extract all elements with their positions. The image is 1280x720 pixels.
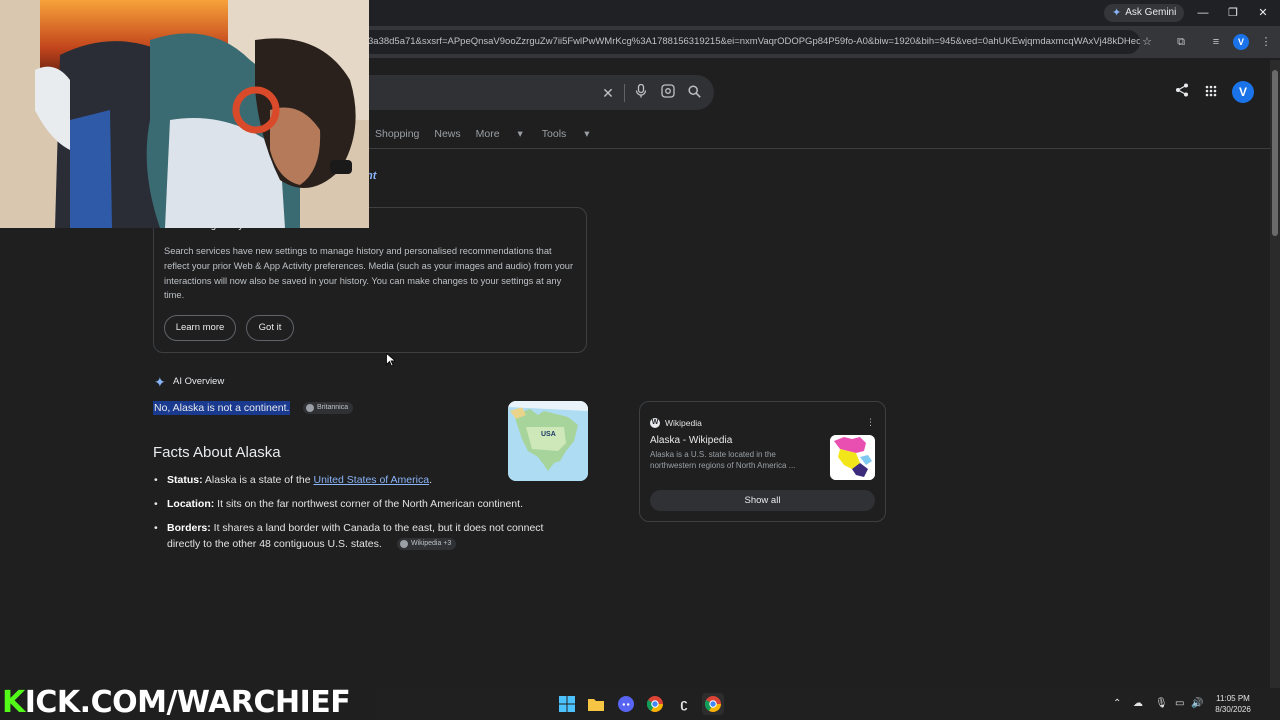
account-avatar[interactable]: V xyxy=(1232,81,1254,103)
wikipedia-source-name: Wikipedia xyxy=(665,418,702,428)
tab-more[interactable]: More ▾ xyxy=(476,128,523,140)
restore-icon[interactable]: ❐ xyxy=(1220,4,1246,22)
mouse-cursor-icon xyxy=(386,353,395,367)
show-all-button[interactable]: Show all xyxy=(650,490,875,511)
wikipedia-snippet: Alaska is a U.S. state located in the no… xyxy=(650,450,796,470)
address-url: 3a38d5a71&sxsrf=APpeQnsaV9ooZzrguZw7ii5F… xyxy=(368,36,1140,47)
taskbar-clock[interactable]: 11:05 PM 8/30/2026 xyxy=(1210,693,1256,715)
volume-icon[interactable]: 🔊 xyxy=(1191,698,1203,709)
notice-body: Search services have new settings to man… xyxy=(164,246,574,301)
britannica-source-label: Britannica xyxy=(317,404,349,411)
windows-start-icon[interactable] xyxy=(556,693,578,715)
tab-search-icon[interactable]: ≡ xyxy=(1207,33,1225,51)
ask-gemini-button[interactable]: ✦ Ask Gemini xyxy=(1104,4,1185,22)
file-explorer-icon[interactable] xyxy=(585,693,607,715)
learn-more-button[interactable]: Learn more xyxy=(164,315,236,341)
alaska-map-thumbnail[interactable]: USA xyxy=(508,401,588,481)
browser-profile-avatar[interactable]: V xyxy=(1233,34,1249,50)
clear-search-icon[interactable]: ✕ xyxy=(599,84,617,102)
gemini-spark-icon: ✦ xyxy=(1112,7,1122,19)
ai-answer-highlight: No, Alaska is not a continent. xyxy=(153,401,291,415)
fact-location-text: It sits on the far northwest corner of t… xyxy=(214,498,523,510)
discord-icon[interactable] xyxy=(615,693,637,715)
clock-time: 11:05 PM xyxy=(1216,694,1250,703)
wikipedia-map-thumbnail[interactable] xyxy=(830,435,875,480)
fact-status-term: Status: xyxy=(167,474,203,486)
chrome-active-icon[interactable] xyxy=(702,693,724,715)
ask-gemini-label: Ask Gemini xyxy=(1125,7,1177,18)
minimize-icon[interactable]: — xyxy=(1190,4,1216,22)
microphone-icon[interactable]: 🎙 xyxy=(1155,698,1168,709)
voice-search-icon[interactable] xyxy=(632,83,650,102)
tray-overflow-icon[interactable]: ⌃ xyxy=(1113,698,1121,709)
got-it-button[interactable]: Got it xyxy=(246,315,294,341)
map-usa-label: USA xyxy=(541,431,556,438)
apps-grid-icon[interactable] xyxy=(1201,83,1221,103)
fact-borders: Borders: It shares a land border with Ca… xyxy=(154,520,577,552)
windows-taskbar xyxy=(375,688,1280,720)
search-divider xyxy=(624,84,625,102)
tab-news[interactable]: News xyxy=(434,128,460,140)
network-icon[interactable]: ▭ xyxy=(1175,698,1184,709)
clock-date: 8/30/2026 xyxy=(1215,705,1251,714)
lens-search-icon[interactable] xyxy=(659,84,677,102)
fact-location: Location: It sits on the far northwest c… xyxy=(154,496,577,512)
britannica-icon xyxy=(306,404,314,412)
fact-status-text: Alaska is a state of the xyxy=(202,474,314,486)
bookmark-star-icon[interactable]: ☆ xyxy=(1138,33,1156,51)
onedrive-icon[interactable]: ☁ xyxy=(1133,698,1143,709)
address-bar[interactable]: 3a38d5a71&sxsrf=APpeQnsaV9ooZzrguZw7ii5F… xyxy=(340,30,1140,54)
more-options-icon[interactable]: ⋮ xyxy=(866,417,875,428)
ai-overview-label: AI Overview xyxy=(173,376,225,387)
stream-banner: KICK.COM/WARCHIEF xyxy=(2,685,351,720)
share-icon[interactable] xyxy=(1172,83,1192,103)
britannica-source-chip[interactable]: Britannica xyxy=(303,402,354,414)
tab-shopping[interactable]: Shopping xyxy=(375,128,419,140)
close-window-icon[interactable]: ✕ xyxy=(1250,4,1276,22)
usa-link[interactable]: United States of America xyxy=(314,474,430,486)
fact-status-end: . xyxy=(429,474,432,486)
webcam-overlay xyxy=(0,0,369,228)
fact-borders-text: It shares a land border with Canada to t… xyxy=(167,522,544,550)
facts-heading: Facts About Alaska xyxy=(153,444,281,461)
scrollbar-thumb[interactable] xyxy=(1272,70,1278,236)
chrome-icon[interactable] xyxy=(644,693,666,715)
ai-overview-spark-icon: ✦ xyxy=(154,374,166,390)
fact-status: Status: Alaska is a state of the United … xyxy=(154,472,577,488)
search-tabs: Shopping News More ▾ Tools ▾ xyxy=(375,128,605,140)
wikipedia-chip-icon xyxy=(400,540,408,548)
wikipedia-source-chip[interactable]: Wikipedia +3 xyxy=(397,538,457,550)
capcut-icon[interactable]: ʗ xyxy=(673,693,695,715)
wikipedia-logo-icon: W xyxy=(650,418,660,428)
tools-button[interactable]: Tools ▾ xyxy=(542,128,590,140)
wikipedia-chip-label: Wikipedia +3 xyxy=(411,540,452,547)
search-submit-icon[interactable] xyxy=(685,84,703,102)
fact-location-term: Location: xyxy=(167,498,215,510)
fact-borders-term: Borders: xyxy=(167,522,211,534)
browser-menu-icon[interactable]: ⋮ xyxy=(1257,33,1275,51)
extensions-icon[interactable]: ⧉ xyxy=(1172,33,1190,51)
wikipedia-title[interactable]: Alaska - Wikipedia xyxy=(650,435,732,446)
